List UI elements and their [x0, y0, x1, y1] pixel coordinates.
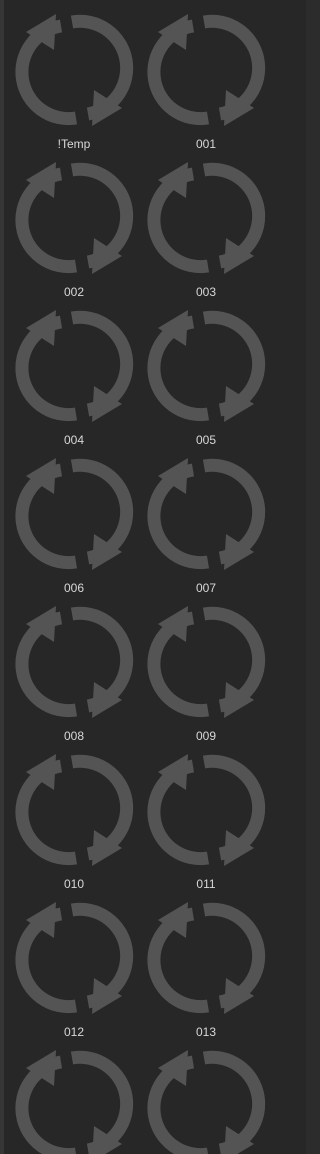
- refresh-icon: [147, 1050, 266, 1154]
- refresh-icon: [15, 754, 134, 866]
- folder-thumbnail[interactable]: 001: [140, 0, 272, 151]
- refresh-icon: [15, 458, 134, 570]
- refresh-icon: [147, 310, 266, 422]
- folder-thumbnail[interactable]: 011: [140, 740, 272, 891]
- refresh-icon: [15, 902, 134, 1014]
- refresh-icon: [15, 14, 134, 126]
- folder-thumbnail[interactable]: 002: [8, 148, 140, 299]
- folder-thumbnail[interactable]: [8, 1036, 140, 1154]
- folder-thumbnail[interactable]: 012: [8, 888, 140, 1039]
- refresh-icon: [147, 458, 266, 570]
- refresh-icon: [15, 606, 134, 718]
- folder-thumbnail[interactable]: 009: [140, 592, 272, 743]
- refresh-icon: [15, 310, 134, 422]
- folder-thumbnail[interactable]: 010: [8, 740, 140, 891]
- scrollbar[interactable]: [306, 0, 316, 1154]
- folder-thumbnail[interactable]: 008: [8, 592, 140, 743]
- folder-thumbnail[interactable]: !Temp: [8, 0, 140, 151]
- refresh-icon: [147, 754, 266, 866]
- folder-thumbnail[interactable]: 003: [140, 148, 272, 299]
- folder-thumbnail[interactable]: 013: [140, 888, 272, 1039]
- refresh-icon: [147, 14, 266, 126]
- folder-thumbnail[interactable]: 007: [140, 444, 272, 595]
- folder-thumbnail[interactable]: 004: [8, 296, 140, 447]
- refresh-icon: [147, 162, 266, 274]
- refresh-icon: [147, 606, 266, 718]
- refresh-icon: [15, 1050, 134, 1154]
- refresh-icon: [147, 902, 266, 1014]
- folder-thumbnail[interactable]: 005: [140, 296, 272, 447]
- thumbnail-panel: !Temp 001 002 003 004 005 006 007 008 009 010 011 01…: [0, 0, 316, 1154]
- refresh-icon: [15, 162, 134, 274]
- folder-thumbnail[interactable]: 006: [8, 444, 140, 595]
- folder-thumbnail[interactable]: [140, 1036, 272, 1154]
